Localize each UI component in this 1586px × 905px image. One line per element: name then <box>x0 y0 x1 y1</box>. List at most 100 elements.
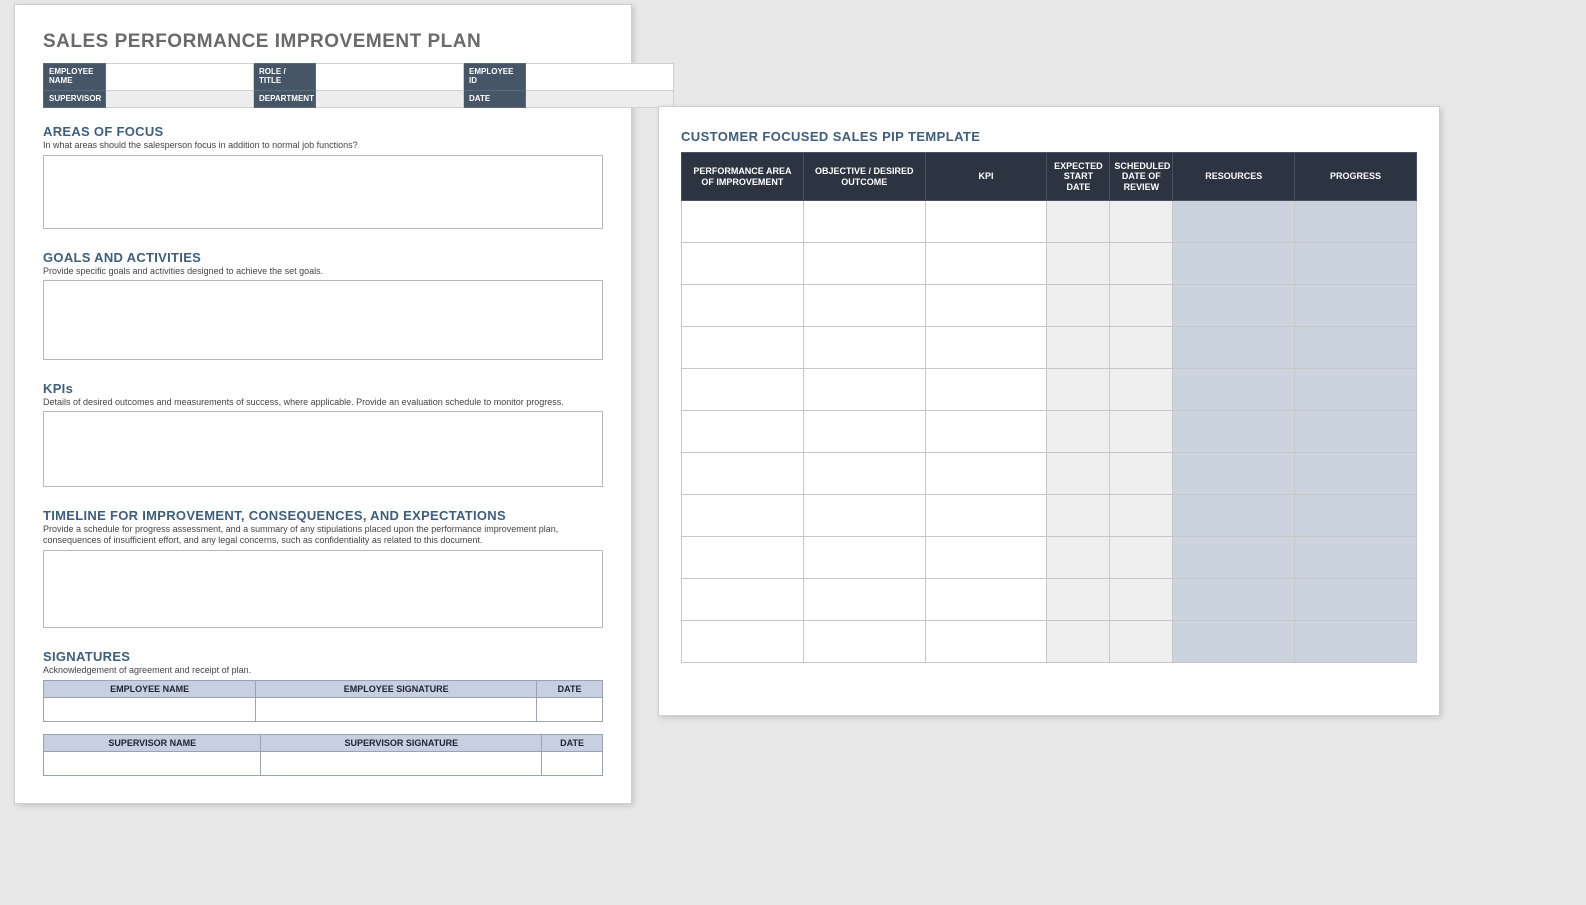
cell-kpi[interactable] <box>925 285 1047 327</box>
label-department: DEPARTMENT <box>254 90 316 108</box>
cell-review-date[interactable] <box>1110 621 1173 663</box>
cell-kpi[interactable] <box>925 201 1047 243</box>
cell-objective[interactable] <box>803 201 925 243</box>
cell-review-date[interactable] <box>1110 453 1173 495</box>
cell-area[interactable] <box>682 369 804 411</box>
cell-start-date[interactable] <box>1047 411 1110 453</box>
cell-objective[interactable] <box>803 243 925 285</box>
cell-start-date[interactable] <box>1047 327 1110 369</box>
cell-area[interactable] <box>682 495 804 537</box>
cell-objective[interactable] <box>803 579 925 621</box>
cell-resources[interactable] <box>1173 537 1295 579</box>
supervisor-signature-cell[interactable] <box>261 751 542 775</box>
field-role-title[interactable] <box>316 64 464 91</box>
cell-area[interactable] <box>682 327 804 369</box>
cell-review-date[interactable] <box>1110 411 1173 453</box>
cell-progress[interactable] <box>1295 201 1417 243</box>
cell-progress[interactable] <box>1295 285 1417 327</box>
cell-resources[interactable] <box>1173 327 1295 369</box>
timeline-input[interactable] <box>43 550 603 628</box>
cell-progress[interactable] <box>1295 621 1417 663</box>
cell-resources[interactable] <box>1173 201 1295 243</box>
cell-progress[interactable] <box>1295 495 1417 537</box>
employee-signature-cell[interactable] <box>256 697 537 721</box>
cell-progress[interactable] <box>1295 453 1417 495</box>
cell-start-date[interactable] <box>1047 369 1110 411</box>
cell-review-date[interactable] <box>1110 579 1173 621</box>
label-supervisor: SUPERVISOR <box>44 90 106 108</box>
cell-resources[interactable] <box>1173 285 1295 327</box>
cell-review-date[interactable] <box>1110 327 1173 369</box>
cell-area[interactable] <box>682 243 804 285</box>
cell-kpi[interactable] <box>925 411 1047 453</box>
cell-review-date[interactable] <box>1110 369 1173 411</box>
supervisor-name-header: SUPERVISOR NAME <box>44 734 261 751</box>
cell-area[interactable] <box>682 579 804 621</box>
cell-objective[interactable] <box>803 411 925 453</box>
section-desc-focus: In what areas should the salesperson foc… <box>43 140 603 151</box>
cell-review-date[interactable] <box>1110 285 1173 327</box>
cell-resources[interactable] <box>1173 453 1295 495</box>
cell-area[interactable] <box>682 201 804 243</box>
cell-area[interactable] <box>682 537 804 579</box>
cell-objective[interactable] <box>803 369 925 411</box>
cell-kpi[interactable] <box>925 537 1047 579</box>
cell-area[interactable] <box>682 285 804 327</box>
cell-start-date[interactable] <box>1047 495 1110 537</box>
cell-objective[interactable] <box>803 621 925 663</box>
employee-date-cell[interactable] <box>537 697 603 721</box>
cell-kpi[interactable] <box>925 369 1047 411</box>
cell-review-date[interactable] <box>1110 243 1173 285</box>
cell-kpi[interactable] <box>925 579 1047 621</box>
cell-start-date[interactable] <box>1047 201 1110 243</box>
cell-objective[interactable] <box>803 537 925 579</box>
cell-area[interactable] <box>682 411 804 453</box>
cell-start-date[interactable] <box>1047 537 1110 579</box>
table-row <box>682 243 1417 285</box>
cell-resources[interactable] <box>1173 369 1295 411</box>
cell-objective[interactable] <box>803 453 925 495</box>
cell-start-date[interactable] <box>1047 621 1110 663</box>
cell-objective[interactable] <box>803 495 925 537</box>
cell-progress[interactable] <box>1295 243 1417 285</box>
cell-kpi[interactable] <box>925 243 1047 285</box>
cell-review-date[interactable] <box>1110 201 1173 243</box>
cell-start-date[interactable] <box>1047 243 1110 285</box>
cell-progress[interactable] <box>1295 537 1417 579</box>
cell-area[interactable] <box>682 453 804 495</box>
cell-review-date[interactable] <box>1110 495 1173 537</box>
cell-objective[interactable] <box>803 327 925 369</box>
header-info-table: EMPLOYEE NAME ROLE / TITLE EMPLOYEE ID S… <box>43 63 674 108</box>
supervisor-name-cell[interactable] <box>44 751 261 775</box>
cell-resources[interactable] <box>1173 495 1295 537</box>
cell-resources[interactable] <box>1173 243 1295 285</box>
employee-name-cell[interactable] <box>44 697 256 721</box>
cell-review-date[interactable] <box>1110 537 1173 579</box>
field-date[interactable] <box>526 90 674 108</box>
cell-kpi[interactable] <box>925 621 1047 663</box>
cell-start-date[interactable] <box>1047 579 1110 621</box>
cell-progress[interactable] <box>1295 579 1417 621</box>
cell-area[interactable] <box>682 621 804 663</box>
col-start: EXPECTED START DATE <box>1047 153 1110 201</box>
cell-resources[interactable] <box>1173 411 1295 453</box>
cell-start-date[interactable] <box>1047 453 1110 495</box>
cell-kpi[interactable] <box>925 453 1047 495</box>
field-supervisor[interactable] <box>106 90 254 108</box>
cell-progress[interactable] <box>1295 411 1417 453</box>
field-department[interactable] <box>316 90 464 108</box>
cell-kpi[interactable] <box>925 327 1047 369</box>
cell-kpi[interactable] <box>925 495 1047 537</box>
field-employee-name[interactable] <box>106 64 254 91</box>
cell-progress[interactable] <box>1295 327 1417 369</box>
cell-objective[interactable] <box>803 285 925 327</box>
cell-progress[interactable] <box>1295 369 1417 411</box>
cell-resources[interactable] <box>1173 579 1295 621</box>
goals-activities-input[interactable] <box>43 280 603 360</box>
cell-resources[interactable] <box>1173 621 1295 663</box>
field-employee-id[interactable] <box>526 64 674 91</box>
cell-start-date[interactable] <box>1047 285 1110 327</box>
supervisor-date-cell[interactable] <box>542 751 603 775</box>
kpis-input[interactable] <box>43 411 603 487</box>
areas-of-focus-input[interactable] <box>43 155 603 229</box>
